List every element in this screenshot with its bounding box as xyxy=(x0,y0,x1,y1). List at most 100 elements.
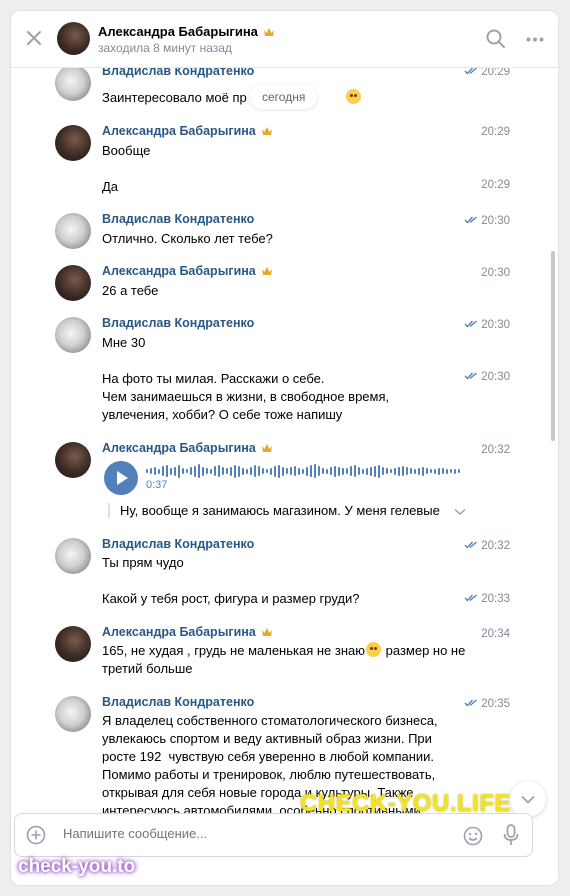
waveform-bar xyxy=(398,466,400,476)
waveform-bar xyxy=(294,466,296,476)
waveform-bar xyxy=(342,467,344,475)
waveform-bar xyxy=(242,467,244,475)
sender-avatar[interactable] xyxy=(55,696,91,732)
more-options-icon[interactable] xyxy=(526,37,544,42)
chevron-down-icon[interactable] xyxy=(454,508,466,516)
waveform-bar xyxy=(422,466,424,476)
contact-name[interactable]: Александра Бабарыгина xyxy=(98,24,275,39)
waveform-bar xyxy=(350,466,352,476)
message-input[interactable] xyxy=(63,826,443,841)
waveform-bar xyxy=(238,465,240,477)
waveform-bar xyxy=(374,465,376,477)
microphone-icon[interactable] xyxy=(503,824,519,846)
waveform-bar xyxy=(190,467,192,475)
sender-name[interactable]: Владислав Кондратенко xyxy=(102,68,254,78)
crown-icon xyxy=(263,28,274,36)
sender-name[interactable]: Александра Бабарыгина xyxy=(102,625,273,639)
waveform-bar xyxy=(178,464,180,478)
chat-header: Александра Бабарыгина заходила 8 минут н… xyxy=(11,11,558,68)
sender-avatar[interactable] xyxy=(55,538,91,574)
waveform-bar xyxy=(274,465,276,477)
sender-avatar[interactable] xyxy=(55,125,91,161)
waveform-bar xyxy=(434,468,436,474)
waveform-bar xyxy=(442,468,444,474)
waveform-bar xyxy=(410,468,412,474)
waveform-bar xyxy=(250,467,252,475)
waveform-bar xyxy=(262,468,264,474)
scroll-to-bottom-button[interactable] xyxy=(510,781,546,817)
sender-name[interactable]: Владислав Кондратенко xyxy=(102,316,254,330)
waveform-bar xyxy=(182,468,184,474)
waveform-bar xyxy=(318,466,320,476)
sender-avatar[interactable] xyxy=(55,265,91,301)
waveform-bar xyxy=(394,467,396,475)
contact-status: заходила 8 минут назад xyxy=(98,41,232,55)
message-text: Вообще xyxy=(102,143,151,158)
waveform-bar xyxy=(278,464,280,478)
read-check-icon xyxy=(464,216,478,224)
waveform-bar xyxy=(362,468,364,474)
waveform-bar xyxy=(366,467,368,475)
waveform-bar xyxy=(390,469,392,473)
sender-name[interactable]: Александра Бабарыгина xyxy=(102,441,273,455)
flushed-emoji-icon xyxy=(345,89,361,104)
waveform-bar xyxy=(414,468,416,474)
message-time: 20:32 xyxy=(464,540,510,552)
chevron-down-icon xyxy=(521,795,535,804)
emoji-smile-icon[interactable] xyxy=(463,826,483,846)
waveform-bar xyxy=(194,465,196,477)
waveform-bar xyxy=(162,466,164,476)
sender-avatar[interactable] xyxy=(55,213,91,249)
waveform-bar xyxy=(166,465,168,477)
sender-avatar[interactable] xyxy=(55,317,91,353)
message-time: 20:30 xyxy=(464,215,510,227)
attach-plus-icon[interactable] xyxy=(26,825,46,845)
sender-avatar[interactable] xyxy=(55,626,91,662)
waveform-bar xyxy=(146,469,148,473)
crown-icon xyxy=(261,267,272,275)
message-time: 20:29 xyxy=(481,179,510,191)
sender-name[interactable]: Александра Бабарыгина xyxy=(102,264,273,278)
voice-play-button[interactable] xyxy=(104,461,138,495)
waveform-bar xyxy=(202,466,204,476)
read-check-icon xyxy=(464,320,478,328)
waveform-bar xyxy=(246,468,248,474)
read-check-icon xyxy=(464,699,478,707)
message-text: 26 а тебе xyxy=(102,283,159,298)
waveform-bar xyxy=(354,465,356,477)
waveform-bar xyxy=(406,467,408,475)
voice-waveform[interactable] xyxy=(146,464,461,478)
close-icon[interactable] xyxy=(25,29,43,47)
sender-name[interactable]: Владислав Кондратенко xyxy=(102,537,254,551)
waveform-bar xyxy=(358,467,360,475)
waveform-bar xyxy=(266,469,268,473)
message-time: 20:29 xyxy=(464,68,510,78)
message-text: Да xyxy=(102,179,119,194)
sender-avatar[interactable] xyxy=(55,68,91,101)
waveform-bar xyxy=(330,467,332,475)
sender-avatar[interactable] xyxy=(55,442,91,478)
crown-icon xyxy=(261,127,272,135)
voice-transcript: Ну, вообще я занимаюсь магазином. У меня… xyxy=(108,503,478,518)
waveform-bar xyxy=(254,465,256,477)
waveform-bar xyxy=(338,466,340,476)
chat-window: Александра Бабарыгина заходила 8 минут н… xyxy=(10,10,559,886)
waveform-bar xyxy=(306,466,308,476)
watermark-corner: check-you.to xyxy=(18,856,136,877)
waveform-bar xyxy=(154,467,156,475)
contact-avatar[interactable] xyxy=(57,22,90,55)
message-list: Владислав Кондратенко 20:29 Заинтересова… xyxy=(11,68,558,827)
voice-duration: 0:37 xyxy=(146,479,168,491)
waveform-bar xyxy=(382,467,384,475)
sender-name[interactable]: Александра Бабарыгина xyxy=(102,124,273,138)
sender-name[interactable]: Владислав Кондратенко xyxy=(102,212,254,226)
scrollbar-thumb[interactable] xyxy=(551,251,555,441)
waveform-bar xyxy=(230,466,232,476)
sender-name[interactable]: Владислав Кондратенко xyxy=(102,695,254,709)
crown-icon xyxy=(261,444,272,452)
waveform-bar xyxy=(282,466,284,476)
waveform-bar xyxy=(310,465,312,477)
waveform-bar xyxy=(438,467,440,475)
waveform-bar xyxy=(378,464,380,478)
search-icon[interactable] xyxy=(486,29,506,49)
